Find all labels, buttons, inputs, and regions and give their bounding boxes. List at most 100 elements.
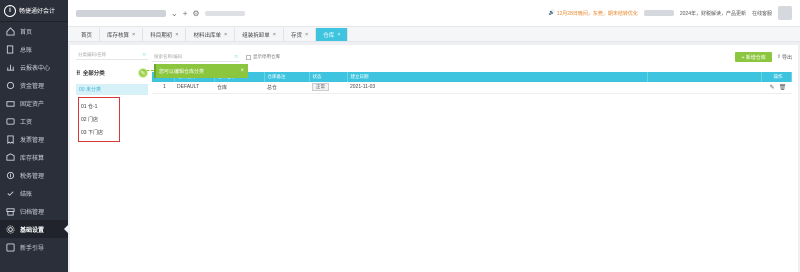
close-icon[interactable]: ×	[240, 68, 244, 74]
status-badge-cell: 正常	[309, 82, 347, 94]
column-header	[647, 72, 762, 82]
warehouse-remark: 总仓	[267, 84, 278, 91]
sidebar-item[interactable]: 固定资产	[0, 94, 68, 112]
created-date: 2021-11-03	[350, 84, 376, 91]
sidebar-item-label: 归档管理	[20, 209, 45, 216]
sidebar-item[interactable]: 首页	[0, 22, 68, 40]
sidebar-item-label: 固定资产	[20, 101, 45, 108]
app-root: i 畅捷通好会计 首页总账云报表中心资金管理固定资产工资发票管理库存核算税务管理…	[0, 0, 800, 272]
category-search-placeholder: 分类编码/名称	[78, 52, 107, 57]
category-tree-root[interactable]: ⠿ 全部分类 ✎	[76, 68, 148, 78]
asset-icon	[6, 99, 15, 108]
edit-icon[interactable]: ✎	[770, 84, 775, 91]
sidebar-item[interactable]: 基础设置	[0, 220, 68, 238]
tab[interactable]: 材料出库单 ×	[186, 28, 236, 41]
show-disabled-checkbox[interactable]: 显示停用仓库	[246, 54, 280, 60]
category-item[interactable]: 02 门店	[79, 113, 119, 126]
spacer-cell	[647, 82, 762, 94]
app-logo[interactable]: i 畅捷通好会计	[0, 0, 68, 22]
search-icon[interactable]: ○	[234, 54, 238, 60]
tooltip-accent	[154, 64, 156, 78]
export-button[interactable]: ⇪ 导出	[777, 54, 792, 61]
warehouse-search-input[interactable]: 搜索名称/编码 ○	[152, 53, 240, 62]
tab[interactable]: 仓库 ×	[316, 28, 349, 41]
sidebar-item-label: 新手引导	[20, 245, 45, 252]
add-icon[interactable]: +	[183, 9, 188, 18]
close-icon[interactable]: ×	[273, 32, 276, 38]
logo-icon: i	[4, 4, 16, 17]
checkbox-icon[interactable]	[246, 54, 251, 60]
top-bar: ⌄ + ⚙ 🔊 12月28日晚间，东莞，期末结转优化 2024年，财税解读，产品…	[68, 0, 800, 27]
add-warehouse-button[interactable]: + 新增仓库	[735, 52, 772, 62]
report-icon	[6, 63, 15, 72]
tab-label: 科目期初	[150, 32, 173, 39]
sidebar-item-label: 基础设置	[20, 227, 45, 234]
tab[interactable]: 库存核算 ×	[100, 28, 144, 41]
speaker-icon: 🔊	[548, 10, 555, 16]
account-info	[204, 10, 245, 16]
close-icon[interactable]: ×	[224, 32, 227, 38]
invoice-icon	[6, 134, 15, 144]
account-selector[interactable]	[76, 9, 166, 17]
column-header: 状态	[309, 72, 348, 82]
sidebar-item[interactable]: 云报表中心	[0, 58, 68, 76]
sidebar-item[interactable]: 库存核算	[0, 148, 68, 166]
search-icon[interactable]: ○	[142, 52, 146, 58]
sidebar-item-label: 总账	[20, 47, 33, 54]
column-header: 建立日期	[347, 72, 648, 82]
sidebar-item-label: 首页	[20, 29, 33, 36]
gear-icon[interactable]: ⚙	[192, 9, 199, 18]
sidebar-item[interactable]: 发票管理	[0, 130, 68, 148]
close-icon[interactable]: ×	[305, 32, 308, 38]
category-item-label: 00 未分类	[79, 87, 101, 93]
sidebar-item[interactable]: 工资	[0, 112, 68, 130]
content-area: 分类编码/名称 ○ ⠿ 全部分类 ✎ 00 未分类 01 仓-1 02 门店 0…	[70, 45, 798, 272]
sidebar: i 畅捷通好会计 首页总账云报表中心资金管理固定资产工资发票管理库存核算税务管理…	[0, 0, 68, 272]
sidebar-item[interactable]: 总账	[0, 40, 68, 58]
sidebar-item[interactable]: 税务管理	[0, 166, 68, 184]
sidebar-item-label: 资金管理	[20, 83, 45, 90]
edit-category-tooltip: 您可以编辑仓库分类 ×	[142, 64, 248, 78]
row-actions: ✎ 🗑	[761, 82, 792, 94]
warehouse-name: 仓库	[217, 84, 228, 91]
close-icon[interactable]: ×	[132, 32, 135, 38]
sidebar-item[interactable]: 资金管理	[0, 76, 68, 94]
chevron-down-icon[interactable]: ⌄	[171, 9, 178, 18]
tab-label: 仓库	[323, 32, 335, 39]
notice-text: 12月28日晚间，东莞，期末结转优化	[556, 10, 638, 17]
sidebar-item[interactable]: 新手引导	[0, 238, 68, 256]
category-item[interactable]: 03 下门店	[79, 126, 119, 139]
show-disabled-label: 显示停用仓库	[253, 54, 280, 59]
category-list-highlight: 01 仓-1 02 门店 03 下门店	[78, 97, 120, 142]
logo-text: 畅捷通好会计	[19, 9, 56, 15]
warehouse-code: DEFAULT	[177, 84, 200, 91]
sidebar-item-label: 库存核算	[20, 155, 45, 162]
delete-icon[interactable]: 🗑	[779, 84, 787, 91]
close-icon[interactable]: ×	[175, 32, 178, 38]
tab[interactable]: 存货 ×	[284, 28, 317, 41]
export-label: 导出	[781, 54, 792, 61]
tab-bar: 首页 库存核算 × 科目期初 × 材料出库单 × 组装拆卸单 × 存货 × 仓库 ×	[68, 27, 800, 42]
warehouse-name-cell: 仓库	[214, 82, 264, 94]
news-text[interactable]: 2024年，财税解读，产品更新	[680, 10, 746, 17]
category-search-input[interactable]: 分类编码/名称 ○	[76, 51, 148, 60]
row-index: 1	[163, 84, 166, 91]
close-icon[interactable]: ×	[337, 32, 340, 38]
tab[interactable]: 组装拆卸单 ×	[235, 28, 284, 41]
blurred-info	[643, 10, 674, 16]
sidebar-item[interactable]: 结账	[0, 184, 68, 202]
avatar[interactable]	[778, 6, 792, 20]
category-item[interactable]: 01 仓-1	[79, 100, 119, 113]
online-service[interactable]: 在线客服	[752, 10, 772, 17]
sidebar-item[interactable]: 归档管理	[0, 202, 68, 220]
notice-banner[interactable]: 🔊 12月28日晚间，东莞，期末结转优化	[549, 10, 638, 17]
tab[interactable]: 首页	[74, 28, 101, 41]
table-row[interactable]: 1 DEFAULT 仓库 总仓 正常 2021-11-03 ✎ 🗑	[152, 82, 792, 94]
inventory-icon	[6, 152, 15, 162]
sidebar-item-label: 工资	[20, 119, 33, 126]
category-item-selected[interactable]: 00 未分类	[76, 84, 148, 95]
row-index-cell: 1	[152, 82, 174, 94]
tab[interactable]: 科目期初 ×	[143, 28, 187, 41]
table-actions: + 新增仓库 ⇪ 导出	[735, 52, 792, 62]
close-period-icon	[6, 189, 15, 198]
